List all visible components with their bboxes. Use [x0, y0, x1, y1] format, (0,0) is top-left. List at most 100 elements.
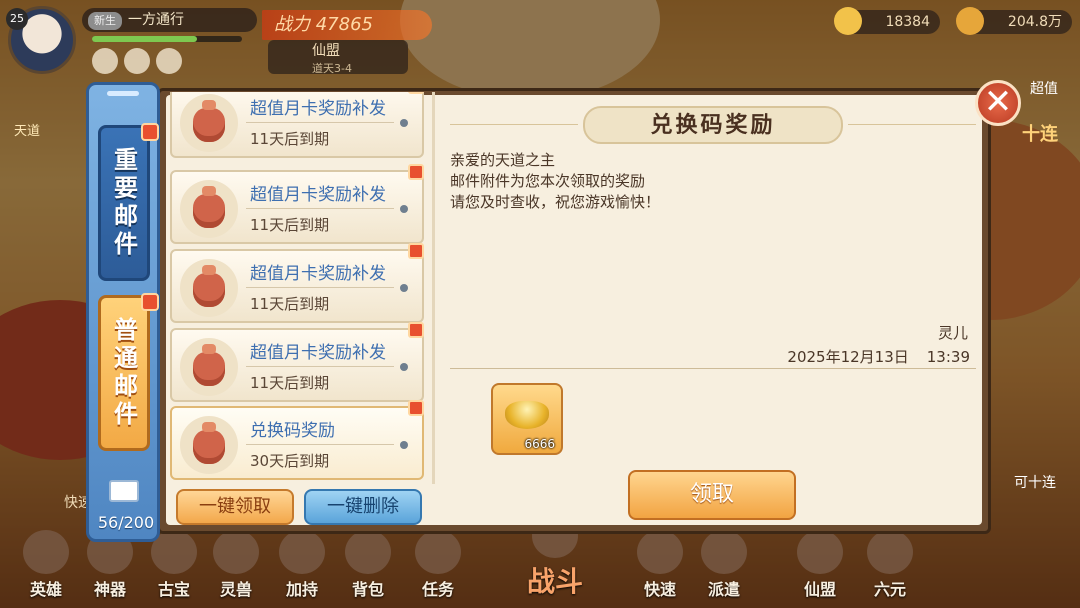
currency-1-value: 18384	[885, 14, 930, 30]
side-label-value[interactable]: 超值	[1030, 78, 1058, 98]
title-ornament	[450, 124, 578, 125]
nav-label: 英雄	[29, 580, 62, 599]
mail-item-title: 超值月卡奖励补发	[250, 343, 386, 363]
nav-icon	[867, 530, 913, 574]
close-icon: ✕	[983, 82, 1013, 122]
chat-icon[interactable]	[124, 48, 150, 74]
nav-item[interactable]: 仙盟	[790, 530, 850, 600]
mail-list-item[interactable]: 超值月卡奖励补发 11天后到期	[170, 92, 424, 158]
mail-item-title: 超值月卡奖励补发	[250, 185, 386, 205]
nav-icon	[213, 530, 259, 574]
divider	[246, 287, 394, 288]
gift-bag-icon	[180, 94, 238, 152]
nav-item[interactable]: 六元	[860, 530, 920, 600]
nav-label: 灵兽	[219, 580, 252, 599]
mail-detail-title: 兑换码奖励	[583, 106, 843, 144]
alliance-name: 仙盟	[312, 43, 340, 59]
side-label-can-draw[interactable]: 可十连	[1014, 472, 1056, 492]
currency-2-value: 204.8万	[1007, 14, 1062, 30]
nav-icon	[345, 530, 391, 574]
combat-power-label: 战力	[274, 14, 310, 35]
nav-icon	[701, 530, 747, 574]
nav-item[interactable]: 任务	[408, 530, 468, 600]
nav-item[interactable]: 派遣	[694, 530, 754, 600]
mail-date-day: 2025年12月13日	[787, 348, 909, 366]
claim-all-button[interactable]: 一键领取	[176, 489, 294, 525]
nav-label: 战斗	[526, 565, 583, 598]
tab-important-mail[interactable]: 重要邮件	[98, 125, 150, 281]
mail-item-title: 兑换码奖励	[250, 421, 335, 441]
nav-item[interactable]: 背包	[338, 530, 398, 600]
currency-2[interactable]: 204.8万	[956, 7, 1072, 35]
nav-label: 神器	[93, 580, 126, 599]
nav-icon	[23, 530, 69, 574]
exp-bar-fill	[92, 36, 197, 42]
mail-item-expire: 11天后到期	[250, 374, 330, 392]
side-label-ten-draw[interactable]: 十连	[1022, 120, 1058, 146]
currency-1[interactable]: 18384	[834, 7, 940, 35]
mail-sender: 灵儿	[937, 324, 968, 342]
mail-greeting: 亲爱的天道之主	[450, 151, 556, 169]
settings-icon[interactable]	[156, 48, 182, 74]
mail-item-expire: 30天后到期	[250, 452, 330, 470]
player-rank: 新生	[88, 12, 122, 30]
title-ornament	[848, 124, 976, 125]
mail-detail-body: 亲爱的天道之主 邮件附件为您本次领取的奖励 请您及时查收，祝您游戏愉快！	[450, 150, 950, 213]
nav-icon	[415, 530, 461, 574]
mail-tabs-panel: 重要邮件 普通邮件 56/200	[86, 82, 160, 542]
gift-icon	[141, 293, 159, 311]
delete-all-button[interactable]: 一键删除	[304, 489, 422, 525]
gold-icon	[834, 7, 862, 35]
mail-item-expire: 11天后到期	[250, 216, 330, 234]
list-scrollbar[interactable]	[432, 92, 435, 484]
nav-item[interactable]: 加持	[272, 530, 332, 600]
friends-icon[interactable]	[92, 48, 118, 74]
nav-icon	[637, 530, 683, 574]
reward-amount: 6666	[524, 437, 555, 451]
mail-item-title: 超值月卡奖励补发	[250, 264, 386, 284]
mail-list: 超值月卡奖励补发 11天后到期 超值月卡奖励补发 11天后到期 超值月卡奖励补发 11天后…	[170, 92, 430, 484]
mail-list-item[interactable]: 超值月卡奖励补发 11天后到期	[170, 164, 424, 244]
divider	[246, 122, 394, 123]
envelope-icon	[109, 480, 139, 502]
gift-bag-icon	[180, 180, 238, 238]
mail-list-item[interactable]: 兑换码奖励 30天后到期	[170, 400, 424, 480]
scene-decoration	[400, 0, 660, 100]
mail-item-title: 超值月卡奖励补发	[250, 99, 386, 119]
mail-list-item[interactable]: 超值月卡奖励补发 11天后到期	[170, 322, 424, 402]
close-button[interactable]: ✕	[975, 80, 1021, 126]
mail-date: 2025年12月13日 13:39	[740, 346, 970, 367]
gift-icon	[408, 164, 424, 180]
gift-bag-icon	[180, 259, 238, 317]
nav-label: 派遣	[707, 580, 740, 599]
scroll-knob-icon	[400, 363, 408, 371]
coin-icon	[956, 7, 984, 35]
player-name-bar: 新生 一方通行	[82, 8, 257, 32]
mail-item-expire: 11天后到期	[250, 130, 330, 148]
divider	[246, 444, 394, 445]
reward-item[interactable]: 6666	[491, 383, 563, 455]
alliance-sub: 道天3-4	[312, 62, 352, 75]
combat-power: 战力 47865	[262, 10, 432, 40]
panel-handle	[107, 91, 139, 96]
gift-bag-icon	[180, 338, 238, 396]
nav-item[interactable]: 快速	[630, 530, 690, 600]
claim-button[interactable]: 领取	[628, 470, 796, 520]
side-label-tiandao[interactable]: 天道	[14, 120, 40, 139]
tab-normal-mail[interactable]: 普通邮件	[98, 295, 150, 451]
mail-list-item[interactable]: 超值月卡奖励补发 11天后到期	[170, 243, 424, 323]
nav-label: 加持	[285, 580, 318, 599]
nav-item[interactable]: 灵兽	[206, 530, 266, 600]
mail-count: 56/200	[97, 513, 155, 532]
mail-body-line: 请您及时查收，祝您游戏愉快！	[450, 193, 661, 211]
gift-bag-icon	[180, 416, 238, 474]
nav-label: 六元	[873, 580, 906, 599]
nav-icon	[797, 530, 843, 574]
scroll-knob-icon	[400, 205, 408, 213]
mail-body-line: 邮件附件为您本次领取的奖励	[450, 172, 646, 190]
nav-item[interactable]: 英雄	[16, 530, 76, 600]
gift-icon	[408, 243, 424, 259]
gift-icon	[408, 322, 424, 338]
scroll-knob-icon	[400, 119, 408, 127]
alliance-button[interactable]: 仙盟 道天3-4	[268, 40, 408, 75]
